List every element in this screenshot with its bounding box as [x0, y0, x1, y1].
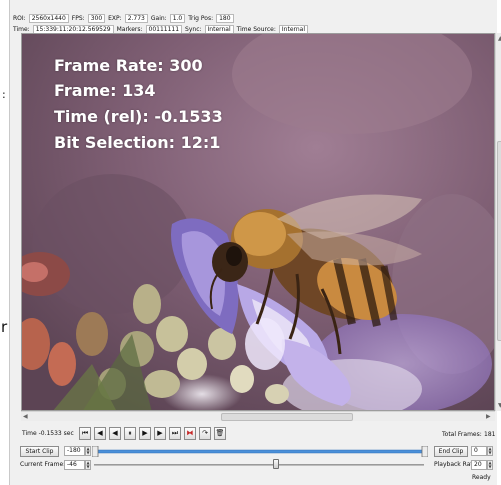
sync-label: Sync: [185, 25, 202, 33]
horizontal-scroll-thumb[interactable] [221, 413, 353, 421]
gain-value: 1.0 [169, 13, 186, 23]
background-window-letter: r [1, 318, 8, 336]
roi-label: ROI: [13, 14, 26, 22]
play-backward-button[interactable]: ◀ [109, 427, 121, 440]
horizontal-scrollbar[interactable]: ◀ ▶ [21, 411, 495, 421]
scroll-left-icon[interactable]: ◀ [23, 412, 28, 422]
markers-label: Markers: [116, 25, 143, 33]
time-source-label: Time Source: [236, 25, 276, 33]
step-forward-button[interactable]: ▶ [154, 427, 166, 440]
current-frame-spinner[interactable]: ▲ ▼ [85, 460, 91, 470]
end-clip-input[interactable]: 0 [471, 446, 487, 456]
first-frame-button[interactable]: ⏮ [79, 427, 91, 440]
trig-pos-label: Trig Pos: [188, 14, 214, 22]
trim-clip-button[interactable]: ⧓ [184, 427, 196, 440]
background-window-colon: : [2, 88, 6, 101]
gain-label: Gain: [150, 14, 167, 22]
time-label: Time: [13, 25, 30, 33]
vertical-scroll-thumb[interactable] [497, 141, 501, 341]
frame-position-handle[interactable] [272, 459, 279, 469]
delete-icon[interactable]: 🗑 [214, 427, 226, 440]
start-clip-spinner[interactable]: ▲ ▼ [85, 446, 91, 456]
roi-value: 2560x1440 [28, 13, 69, 23]
fps-label: FPS: [71, 14, 85, 22]
start-clip-input[interactable]: -180 [64, 446, 85, 456]
current-frame-input[interactable]: -46 [64, 460, 85, 470]
metadata-row-1: ROI: 2560x1440 FPS: 300 EXP: 2.773 Gain:… [13, 13, 234, 23]
fps-value: 300 [87, 13, 106, 23]
viewer-window: ROI: 2560x1440 FPS: 300 EXP: 2.773 Gain:… [9, 0, 501, 485]
overlay-frame: Frame: 134 [54, 81, 156, 100]
overlay-frame-rate: Frame Rate: 300 [54, 56, 203, 75]
status-text: Ready [472, 474, 491, 481]
frame-position-track[interactable] [94, 464, 424, 466]
overlay-bit-selection: Bit Selection: 12:1 [54, 133, 221, 152]
last-frame-button[interactable]: ⏭ [169, 427, 181, 440]
playback-rate-spinner[interactable]: ▲ ▼ [487, 460, 493, 470]
step-back-button[interactable]: ◀ [94, 427, 106, 440]
scroll-right-icon[interactable]: ▶ [486, 412, 491, 422]
vertical-scrollbar[interactable]: ▲ ▼ [495, 33, 501, 411]
pause-button[interactable]: ⏸ [124, 427, 136, 440]
start-clip-button[interactable]: Start Clip [20, 446, 59, 457]
total-frames-value: 181 [484, 431, 496, 438]
exp-label: EXP: [108, 14, 122, 22]
exp-value: 2.773 [124, 13, 148, 23]
play-button[interactable]: ▶ [139, 427, 151, 440]
time-readout: Time -0.1533 sec [22, 430, 74, 437]
end-clip-button[interactable]: End Clip [434, 446, 468, 457]
end-clip-spinner[interactable]: ▲ ▼ [487, 446, 493, 456]
current-frame-label: Current Frame: [20, 461, 66, 468]
goto-frame-button[interactable]: ↷ [199, 427, 211, 440]
total-frames-label: Total Frames: [442, 431, 482, 438]
image-viewport[interactable]: Frame Rate: 300 Frame: 134 Time (rel): -… [21, 33, 495, 411]
trig-pos-value: 180 [216, 13, 234, 23]
overlay-time-rel: Time (rel): -0.1533 [54, 107, 223, 126]
playback-rate-input[interactable]: 20 [471, 460, 487, 470]
clip-range-slider[interactable] [92, 446, 428, 457]
